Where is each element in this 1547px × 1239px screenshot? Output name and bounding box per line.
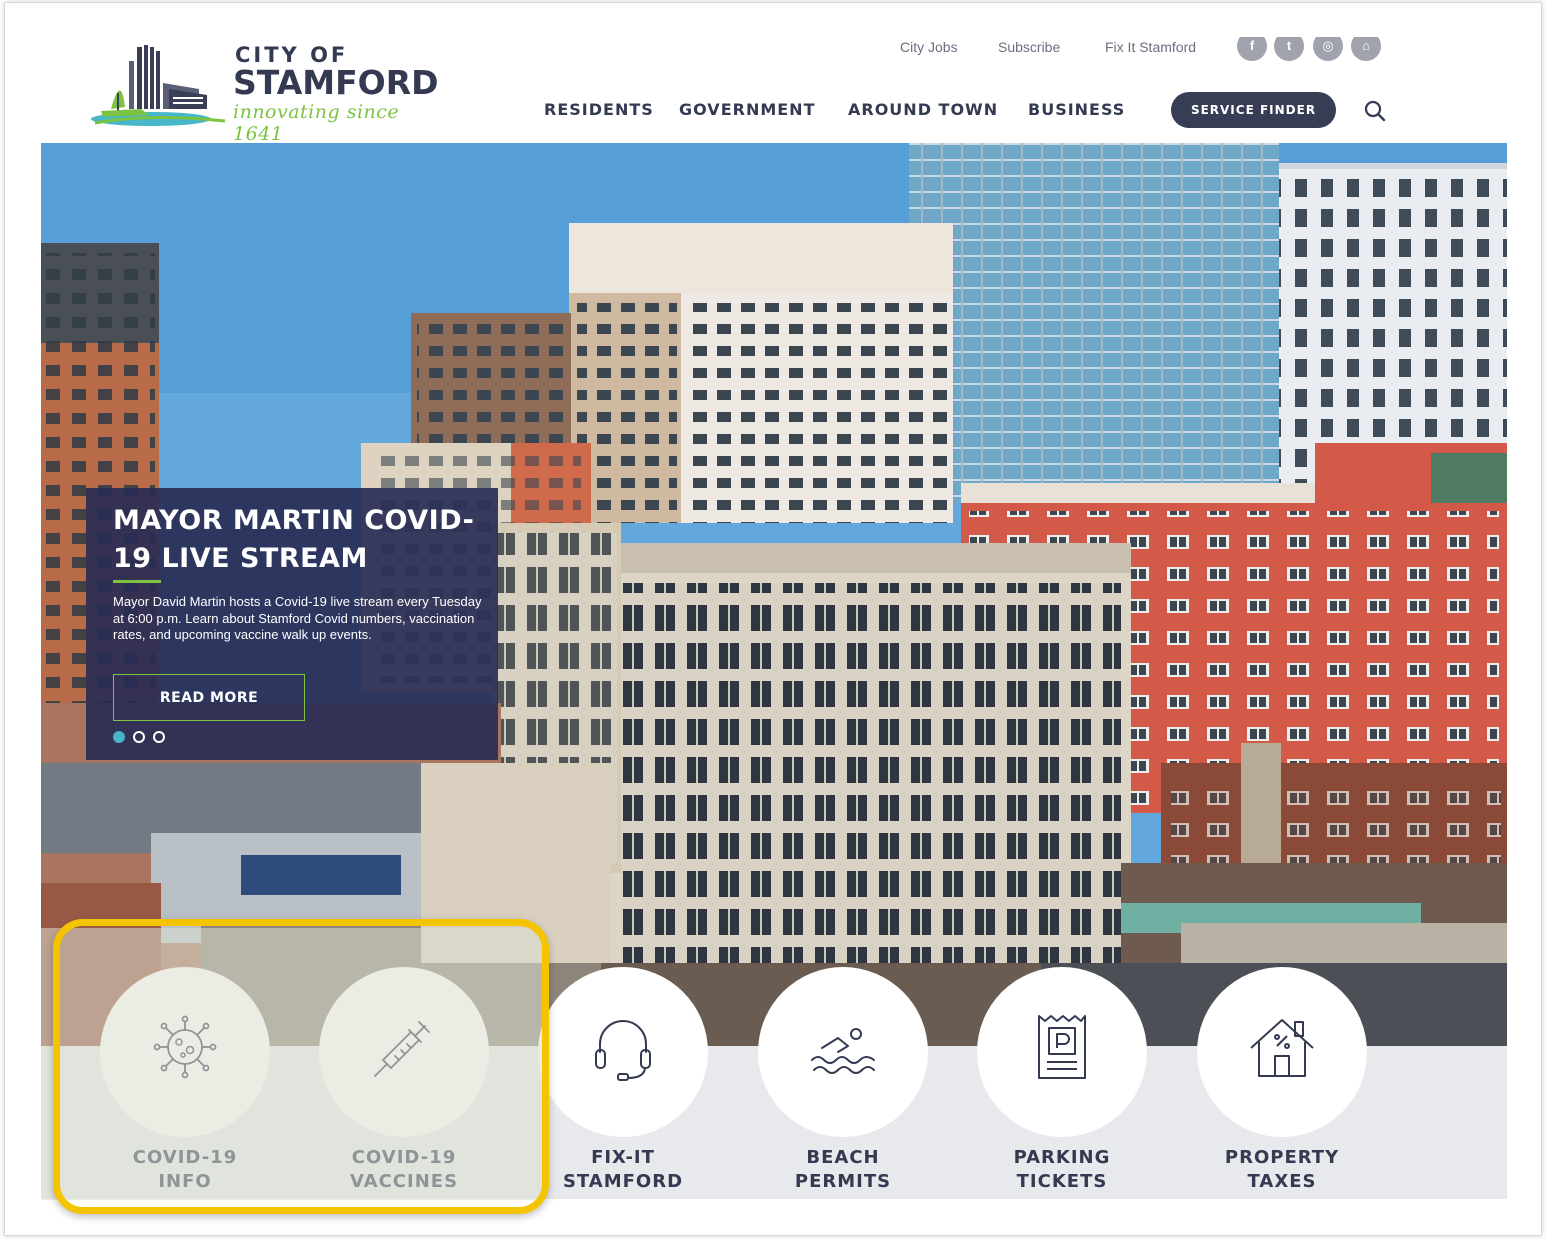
instagram-icon[interactable]: ◎ [1313,37,1343,63]
quick-link-label: PARKING TICKETS [1013,1147,1111,1192]
twitter-icon[interactable]: t [1274,37,1304,63]
logo-tagline: innovating since 1641 [233,101,400,145]
house-icon [1250,1019,1314,1077]
utility-link-subscribe[interactable]: Subscribe [998,39,1060,57]
quick-link-circle [319,967,489,1137]
swimmer-icon [811,1028,875,1074]
quick-link-fix-it-stamford[interactable]: FIX-IT STAMFORD [538,967,708,1197]
syringe-icon [374,1021,430,1077]
quick-link-circle [758,967,928,1137]
service-finder-button[interactable]: SERVICE FINDER [1171,92,1336,128]
hero-title: MAYOR MARTIN COVID-19 LIVE STREAM [113,505,475,574]
hero-description: Mayor David Martin hosts a Covid-19 live… [113,594,482,642]
quick-link-label: COVID-19 VACCINES [349,1147,459,1192]
quick-link-circle [1197,967,1367,1137]
hero-title-underline [113,580,161,583]
quick-link-circle [538,967,708,1137]
home-icon[interactable]: ⌂ [1351,37,1381,63]
quick-link-label: PROPERTY TAXES [1224,1147,1340,1192]
nav-residents[interactable]: RESIDENTS [544,100,654,119]
hero-promo-card: MAYOR MARTIN COVID-19 LIVE STREAM Mayor … [86,488,498,760]
stamford-skyline-logo-mark [91,45,226,126]
nav-around-town[interactable]: AROUND TOWN [848,100,998,119]
quick-link-covid-info[interactable]: COVID-19 INFO [100,967,270,1197]
nav-government[interactable]: GOVERNMENT [679,100,815,119]
quick-link-circle [977,967,1147,1137]
quick-link-label: FIX-IT STAMFORD [562,1147,684,1192]
site-logo[interactable]: CITY OF STAMFORD innovating since 1641 [89,43,449,145]
logo-stamford: STAMFORD [233,63,439,102]
read-more-button[interactable]: READ MORE [113,674,305,721]
carousel-dot-1[interactable] [113,731,125,743]
quick-link-covid-vaccines[interactable]: COVID-19 VACCINES [319,967,489,1197]
quick-link-label: COVID-19 INFO [132,1147,238,1192]
headset-icon [595,1020,651,1081]
quick-link-label: BEACH PERMITS [794,1147,892,1192]
quick-link-property-taxes[interactable]: PROPERTY TAXES [1197,967,1367,1197]
quick-link-beach-permits[interactable]: BEACH PERMITS [758,967,928,1197]
quick-link-circle [100,967,270,1137]
parking-ticket-icon [1038,1015,1086,1079]
utility-link-city-jobs[interactable]: City Jobs [900,39,958,57]
carousel-dot-3[interactable] [153,731,165,743]
nav-business[interactable]: BUSINESS [1028,100,1125,119]
quick-link-parking-tickets[interactable]: PARKING TICKETS [977,967,1147,1197]
facebook-icon[interactable]: f [1237,37,1267,63]
search-icon[interactable] [1363,99,1387,123]
carousel-dot-2[interactable] [133,731,145,743]
utility-link-fix-it-stamford[interactable]: Fix It Stamford [1105,39,1196,57]
virus-icon [153,1015,217,1079]
